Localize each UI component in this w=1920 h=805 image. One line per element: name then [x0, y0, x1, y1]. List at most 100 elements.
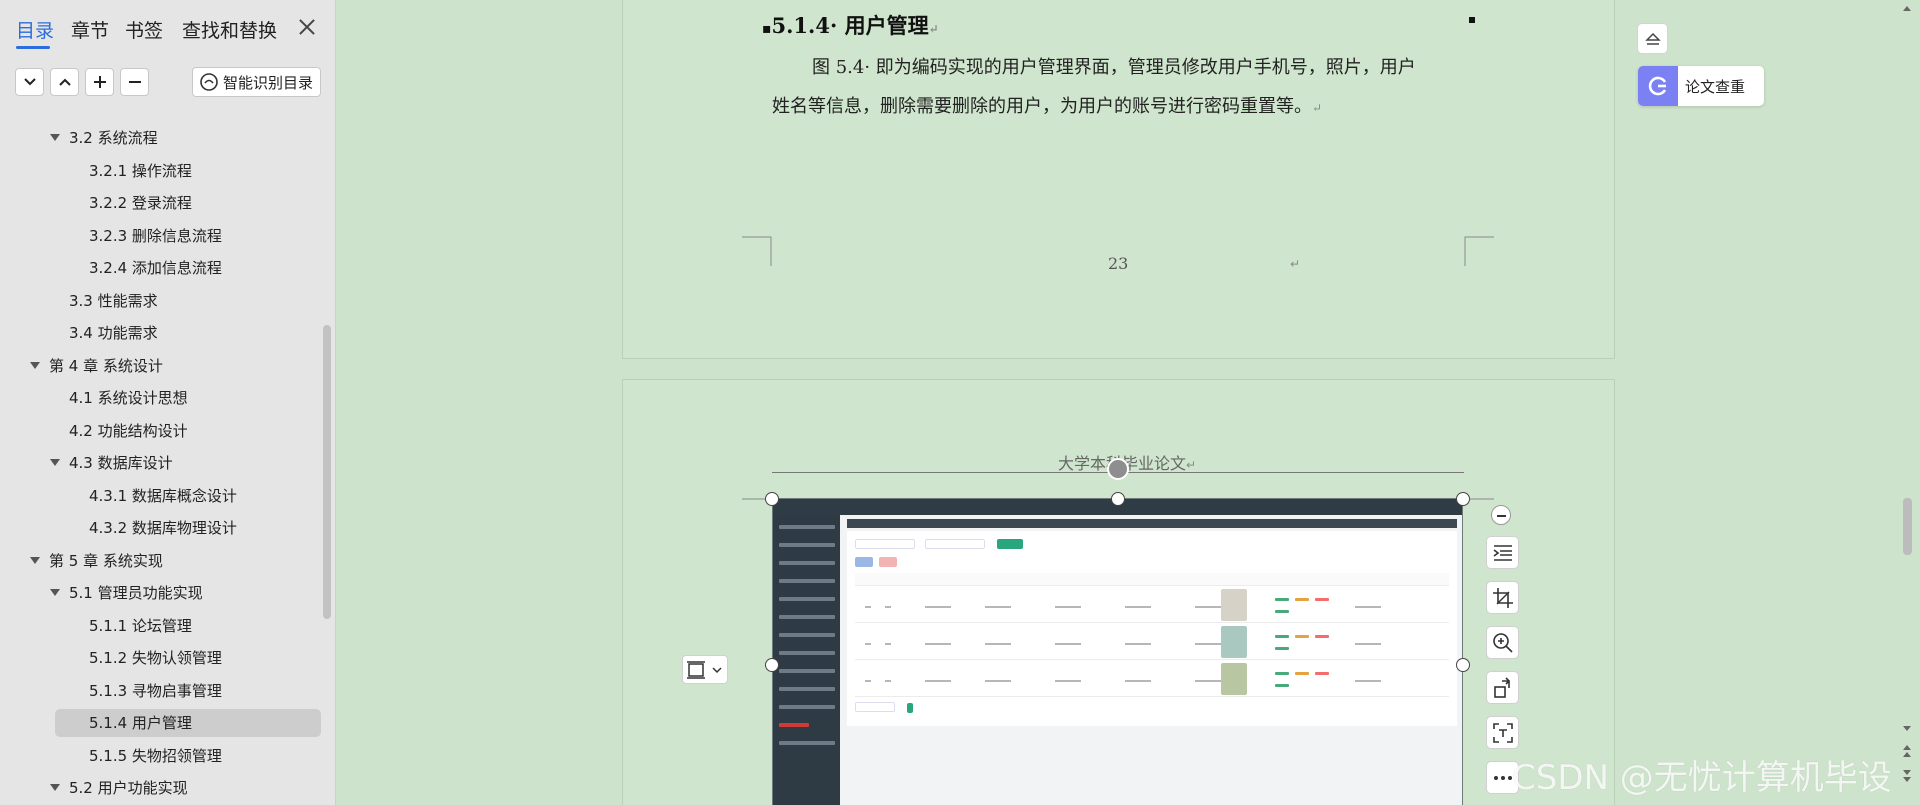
paragraph-line[interactable]: 姓名等信息，删除需要删除的用户，为用户的账号进行密码重置等。↵	[772, 87, 1462, 128]
toc-item-label: 4.3 数据库设计	[69, 454, 173, 472]
resize-handle[interactable]	[1111, 492, 1125, 506]
tab-bookmarks[interactable]: 书签	[125, 16, 163, 43]
toc-item[interactable]: 第 5 章 系统实现	[0, 547, 320, 575]
toc-item-label: 5.1.1 论坛管理	[89, 616, 192, 635]
extract-text-button[interactable]	[1486, 716, 1519, 749]
rotate-icon	[1493, 676, 1510, 698]
figure-table-cell	[1125, 680, 1151, 682]
toc-item-label: 5.1.5 失物招领管理	[89, 746, 222, 765]
toc-item[interactable]: 5.1.5 失物招领管理	[0, 742, 320, 770]
ocr-icon	[1492, 722, 1513, 743]
chevron-up-icon	[58, 78, 71, 86]
figure-menu-item	[779, 597, 835, 601]
tab-toc[interactable]: 目录	[16, 16, 54, 43]
plagiarism-check-icon	[1638, 66, 1678, 106]
toc-item[interactable]: 3.2.3 删除信息流程	[0, 222, 320, 250]
more-icon	[1493, 775, 1512, 780]
wrap-text-icon	[687, 660, 722, 679]
toc-item[interactable]: 4.2 功能结构设计	[0, 417, 320, 445]
toc-item[interactable]: 5.1 管理员功能实现	[0, 579, 320, 607]
crop-button[interactable]	[1486, 581, 1519, 614]
toc-item[interactable]: 5.1.2 失物认领管理	[0, 644, 320, 672]
next-page-arrow[interactable]	[1903, 770, 1911, 775]
tab-find-replace[interactable]: 查找和替换	[182, 16, 277, 43]
toc-item[interactable]: 5.1.3 寻物启事管理	[0, 677, 320, 705]
document-scrollbar[interactable]	[1903, 498, 1912, 555]
section-heading[interactable]: ▪5.1.4· 用户管理↵	[762, 10, 939, 40]
resize-handle[interactable]	[765, 658, 779, 672]
tab-chapters[interactable]: 章节	[71, 16, 109, 43]
toc-item[interactable]: 4.1 系统设计思想	[0, 384, 320, 412]
figure-delete-button	[879, 557, 897, 567]
figure-action-link	[1275, 610, 1289, 613]
figure-menu-item	[779, 543, 835, 547]
toc-item[interactable]: 4.3.2 数据库物理设计	[0, 514, 320, 542]
expand-triangle-icon[interactable]	[50, 589, 60, 596]
figure-table-cell	[885, 643, 891, 645]
expand-triangle-icon[interactable]	[50, 134, 60, 141]
toc-item[interactable]: 3.4 功能需求	[0, 319, 320, 347]
expand-triangle-icon[interactable]	[50, 784, 60, 791]
resize-handle[interactable]	[1456, 658, 1470, 672]
expand-triangle-icon[interactable]	[30, 361, 40, 369]
figure-menu-item	[779, 525, 835, 529]
resize-handle[interactable]	[765, 492, 779, 506]
figure-menu-item	[779, 705, 835, 709]
embedded-figure-image[interactable]	[772, 498, 1463, 805]
scroll-up-arrow[interactable]	[1903, 6, 1911, 11]
toc-item[interactable]: 4.3 数据库设计	[0, 449, 320, 477]
figure-add-button	[855, 557, 873, 567]
toc-item-label: 4.3.1 数据库概念设计	[89, 486, 237, 505]
zoom-in-button[interactable]	[1486, 626, 1519, 659]
chevron-down-icon	[23, 78, 36, 86]
wrap-text-button[interactable]	[1486, 536, 1519, 569]
toc-tree: 3.2 系统流程 3.2.1 操作流程 3.2.2 登录流程 3.2.3 删除信息流程…	[0, 122, 326, 805]
collapse-all-button[interactable]	[15, 68, 44, 96]
toc-item[interactable]: 3.2 系统流程	[0, 124, 320, 152]
nav-scrollbar[interactable]	[323, 325, 331, 619]
close-icon[interactable]	[294, 14, 320, 40]
paragraph-line[interactable]: 图 5.4· 即为编码实现的用户管理界面，管理员修改用户手机号，照片，用户	[772, 48, 1462, 87]
expand-triangle-icon[interactable]	[50, 459, 60, 466]
toc-item[interactable]: 3.2.4 添加信息流程	[0, 254, 320, 282]
rotate-button[interactable]	[1486, 671, 1519, 704]
toc-item[interactable]: 4.3.1 数据库概念设计	[0, 482, 320, 510]
toc-item-label: 3.2 系统流程	[69, 129, 158, 147]
figure-action-link	[1315, 598, 1329, 601]
toc-item[interactable]: 3.2.2 登录流程	[0, 189, 320, 217]
figure-table-cell	[1055, 680, 1081, 682]
toc-item[interactable]: 3.3 性能需求	[0, 287, 320, 315]
resize-handle[interactable]	[1456, 492, 1470, 506]
figure-table-cell	[1355, 606, 1381, 608]
prev-page-arrow[interactable]	[1903, 752, 1911, 757]
figure-table-cell	[885, 680, 891, 682]
figure-table-cell	[925, 643, 951, 645]
figure-table-cell	[1355, 680, 1381, 682]
layout-options-button[interactable]	[682, 655, 728, 684]
zoom-out-button[interactable]	[1491, 505, 1511, 525]
toc-item[interactable]: 5.1.1 论坛管理	[0, 612, 320, 640]
toc-item[interactable]: 3.2.1 操作流程	[0, 157, 320, 185]
figure-action-link	[1275, 672, 1289, 675]
toc-item[interactable]: 第 4 章 系统设计	[0, 352, 320, 380]
toc-item[interactable]: 5.2 用户功能实现	[0, 774, 320, 802]
figure-search-input	[925, 539, 985, 549]
collapse-panel-button[interactable]	[1637, 23, 1668, 54]
expand-triangle-icon[interactable]	[30, 556, 40, 564]
rotate-handle[interactable]	[1107, 458, 1129, 480]
figure-menu-item	[779, 651, 835, 655]
toc-item-label: 5.2 用户功能实现	[69, 779, 188, 797]
figure-menu-item	[779, 615, 835, 619]
remove-heading-button[interactable]	[120, 68, 149, 96]
figure-avatar-thumbnail	[1221, 589, 1247, 621]
expand-all-button[interactable]	[50, 68, 79, 96]
scroll-down-arrow[interactable]	[1903, 726, 1911, 731]
smart-toc-button[interactable]: 智能识别目录	[192, 67, 321, 97]
prev-page-arrow[interactable]	[1903, 745, 1911, 750]
toc-item-selected[interactable]: 5.1.4 用户管理	[55, 709, 321, 737]
add-heading-button[interactable]	[85, 68, 114, 96]
figure-menu-item	[779, 561, 835, 565]
next-page-arrow[interactable]	[1903, 777, 1911, 782]
figure-table-cell	[1195, 680, 1221, 682]
thesis-check-button[interactable]: 论文查重	[1638, 66, 1764, 106]
